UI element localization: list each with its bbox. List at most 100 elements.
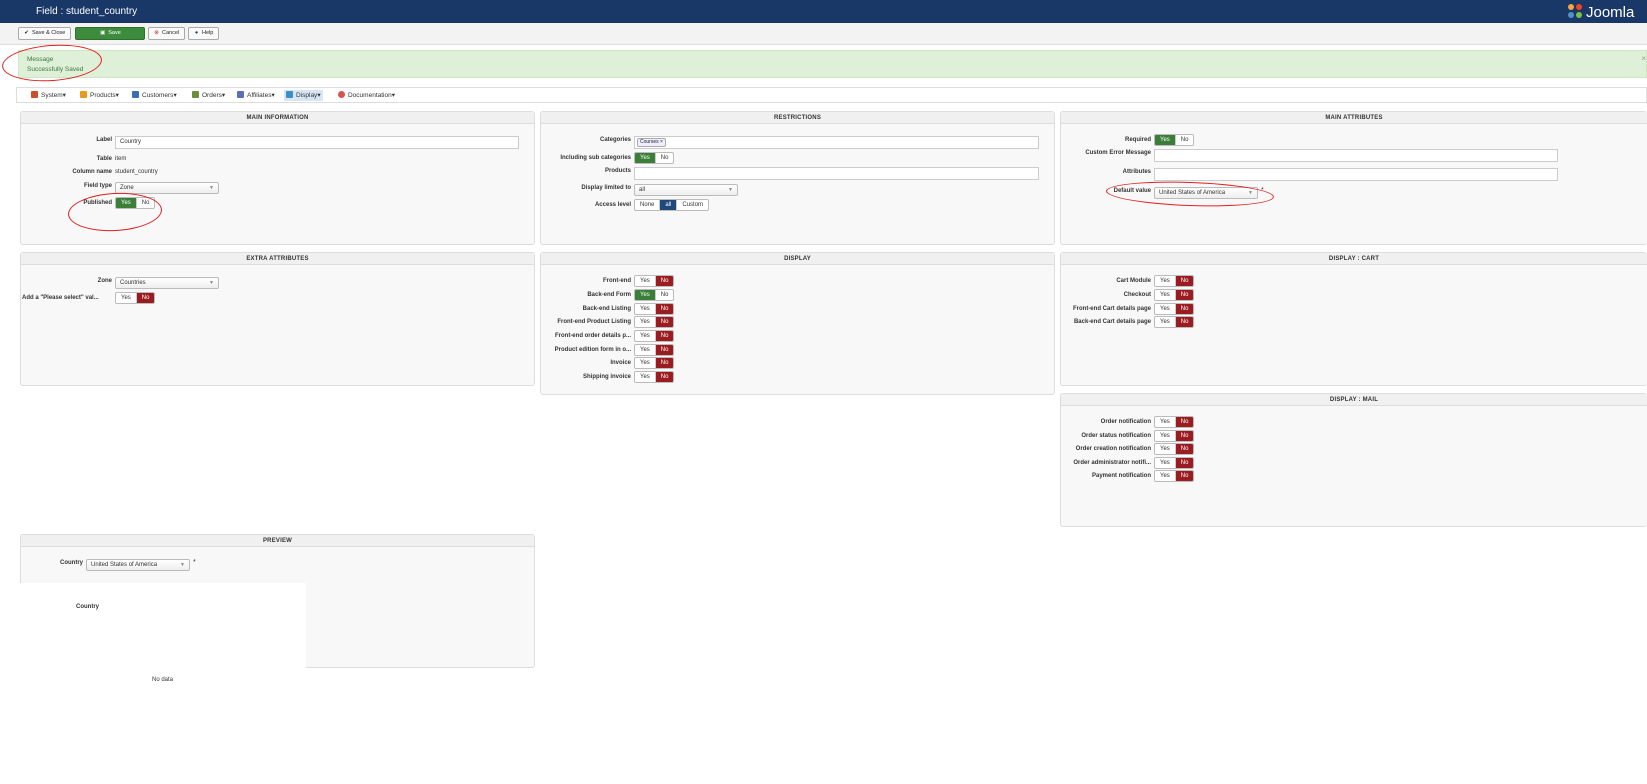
menu-item-system[interactable]: System▾ (29, 90, 68, 101)
display-limited-select[interactable]: all ▼ (634, 184, 738, 196)
no-option[interactable]: No (1175, 417, 1194, 427)
yes-option[interactable]: Yes (635, 331, 656, 341)
order-status-notification-toggle[interactable]: Yes No (1154, 430, 1195, 442)
categories-input[interactable] (634, 136, 1039, 149)
no-option[interactable]: No (1175, 458, 1194, 468)
display-backend-form-toggle[interactable]: Yes No (634, 289, 675, 301)
yes-option[interactable]: Yes (1155, 317, 1176, 327)
please-select-toggle[interactable]: Yes No (115, 292, 156, 304)
save-icon: ▣ (100, 30, 106, 36)
yes-option[interactable]: Yes (635, 304, 656, 314)
preview-country-select[interactable]: United States of America ▼ (86, 559, 190, 571)
chevron-down-icon: ▼ (209, 280, 214, 286)
menu-item-orders[interactable]: Orders▾ (190, 90, 227, 101)
yes-option[interactable]: Yes (1155, 417, 1176, 427)
yes-option[interactable]: Yes (1155, 304, 1176, 314)
yes-option[interactable]: Yes (635, 372, 656, 382)
payment-notification-toggle[interactable]: Yes No (1154, 470, 1195, 482)
no-option[interactable]: No (1175, 304, 1194, 314)
zone-select[interactable]: Countries ▼ (115, 277, 219, 289)
no-option[interactable]: No (656, 153, 674, 163)
no-option[interactable]: No (656, 290, 674, 300)
categories-label: Categories (599, 137, 631, 143)
yes-option[interactable]: Yes (1155, 458, 1176, 468)
no-option[interactable]: No (655, 358, 674, 368)
order-admin-notification-toggle[interactable]: Yes No (1154, 457, 1195, 469)
mail-row-label: Order status notification (1081, 433, 1151, 439)
products-input[interactable] (634, 167, 1039, 180)
cancel-button[interactable]: ⊗ Cancel (148, 27, 185, 40)
menu-item-customers[interactable]: Customers▾ (130, 90, 179, 101)
save-button[interactable]: ▣ Save (75, 27, 145, 40)
joomla-logo[interactable]: Joomla (1567, 3, 1634, 21)
save-close-button[interactable]: ✔ Save & Close (18, 27, 71, 40)
preview-listing-area (20, 583, 306, 668)
yes-option[interactable]: Yes (635, 358, 656, 368)
help-button[interactable]: ● Help (188, 27, 219, 40)
no-option[interactable]: No (655, 331, 674, 341)
display-frontend-toggle[interactable]: Yes No (634, 275, 675, 287)
backend-cart-details-toggle[interactable]: Yes No (1154, 316, 1195, 328)
checkout-toggle[interactable]: Yes No (1154, 289, 1195, 301)
no-option[interactable]: No (655, 276, 674, 286)
yes-option[interactable]: Yes (1155, 431, 1176, 441)
menu-item-documentation[interactable]: Documentation▾ (336, 90, 397, 101)
zone-value: Countries (120, 280, 146, 286)
no-option[interactable]: No (655, 304, 674, 314)
yes-option[interactable]: Yes (1155, 471, 1176, 481)
display-backend-listing-toggle[interactable]: Yes No (634, 303, 675, 315)
display-order-details-toggle[interactable]: Yes No (634, 330, 675, 342)
no-option[interactable]: No (655, 372, 674, 382)
no-option[interactable]: No (655, 317, 674, 327)
chevron-down-icon: ▼ (728, 187, 733, 193)
menu-item-affiliates[interactable]: Affiliates▾ (235, 90, 277, 101)
display-shipping-invoice-toggle[interactable]: Yes No (634, 371, 675, 383)
no-option[interactable]: No (1175, 444, 1194, 454)
yes-option[interactable]: Yes (635, 345, 656, 355)
no-option[interactable]: No (1176, 135, 1194, 145)
access-custom-option[interactable]: Custom (677, 200, 708, 210)
yes-option[interactable]: Yes (635, 317, 656, 327)
panel-title: DISPLAY : MAIL (1061, 394, 1647, 406)
yes-option[interactable]: Yes (635, 153, 656, 163)
yes-option[interactable]: Yes (1155, 290, 1176, 300)
no-option[interactable]: No (136, 293, 155, 303)
close-icon[interactable]: × (1641, 54, 1646, 63)
yes-option[interactable]: Yes (1155, 135, 1176, 145)
display-product-listing-toggle[interactable]: Yes No (634, 316, 675, 328)
subcategories-toggle[interactable]: Yes No (634, 152, 675, 164)
field-type-select[interactable]: Zone ▼ (115, 182, 219, 194)
no-option[interactable]: No (1175, 317, 1194, 327)
label-input[interactable]: Country (115, 136, 519, 149)
yes-option[interactable]: Yes (635, 290, 656, 300)
category-tag[interactable]: Courses × (637, 138, 666, 147)
cart-module-toggle[interactable]: Yes No (1154, 275, 1195, 287)
no-option[interactable]: No (1175, 471, 1194, 481)
yes-option[interactable]: Yes (1155, 276, 1176, 286)
display-product-edition-toggle[interactable]: Yes No (634, 344, 675, 356)
menu-item-display[interactable]: Display▾ (284, 90, 323, 101)
yes-option[interactable]: Yes (1155, 444, 1176, 454)
category-tag-label: Courses (640, 139, 659, 145)
display-limited-label: Display limited to (581, 185, 631, 191)
frontend-cart-details-toggle[interactable]: Yes No (1154, 303, 1195, 315)
yes-option[interactable]: Yes (116, 293, 137, 303)
menu-item-label: Affiliates (247, 92, 272, 99)
display-invoice-toggle[interactable]: Yes No (634, 357, 675, 369)
custom-error-input[interactable] (1154, 149, 1558, 162)
no-option[interactable]: No (1175, 276, 1194, 286)
attributes-input[interactable] (1154, 168, 1558, 181)
wrench-icon (31, 91, 38, 98)
no-option[interactable]: No (1175, 290, 1194, 300)
access-none-option[interactable]: None (635, 200, 661, 210)
order-notification-toggle[interactable]: Yes No (1154, 416, 1195, 428)
access-level-toggle[interactable]: None all Custom (634, 199, 710, 211)
access-all-option[interactable]: all (660, 200, 678, 210)
close-icon[interactable]: × (660, 139, 663, 145)
order-creation-notification-toggle[interactable]: Yes No (1154, 443, 1195, 455)
yes-option[interactable]: Yes (635, 276, 656, 286)
required-toggle[interactable]: Yes No (1154, 134, 1195, 146)
no-option[interactable]: No (1175, 431, 1194, 441)
no-option[interactable]: No (655, 345, 674, 355)
menu-item-products[interactable]: Products▾ (78, 90, 121, 101)
